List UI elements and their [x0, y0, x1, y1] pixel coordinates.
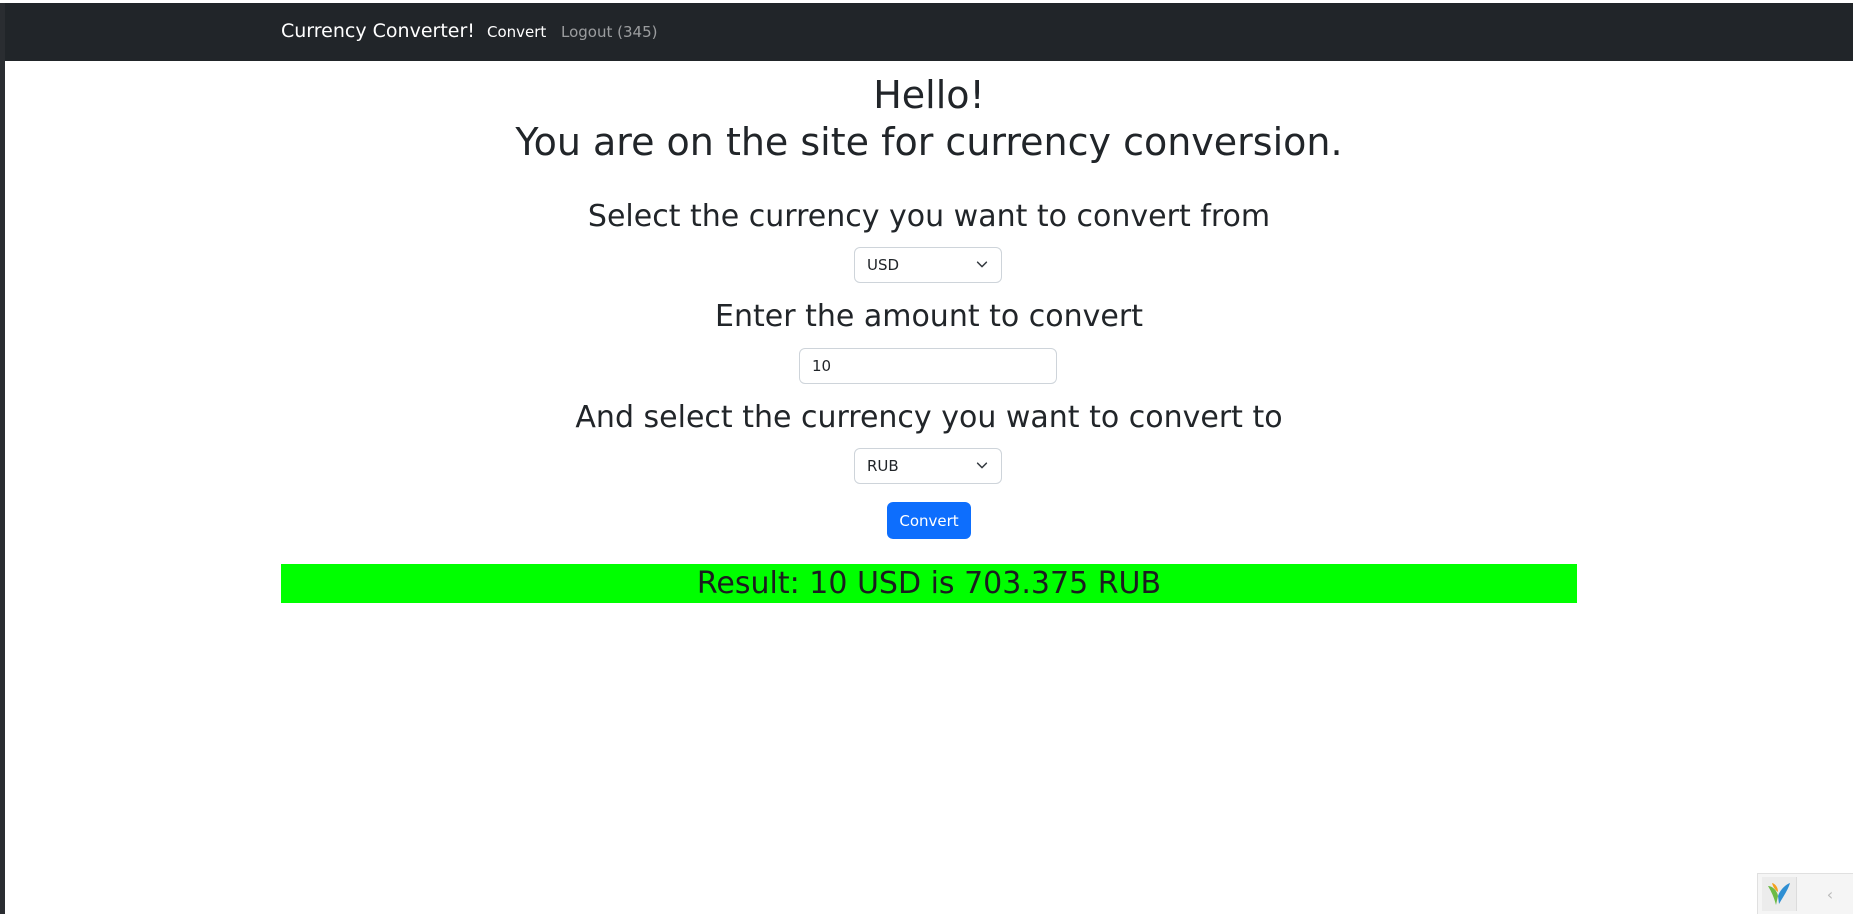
- amount-label: Enter the amount to convert: [715, 299, 1143, 334]
- subtitle-heading: You are on the site for currency convers…: [515, 120, 1343, 164]
- from-currency-value: USD: [867, 256, 900, 274]
- chevron-down-icon: [976, 261, 988, 268]
- to-currency-value: RUB: [867, 457, 899, 475]
- chevron-down-icon: [976, 462, 988, 469]
- result-banner: Result: 10 USD is 703.375 RUB: [281, 564, 1577, 603]
- brand-link[interactable]: Currency Converter!: [281, 20, 475, 42]
- to-currency-select[interactable]: RUB: [854, 448, 1002, 484]
- amount-input[interactable]: [799, 348, 1057, 384]
- from-currency-select[interactable]: USD: [854, 247, 1002, 283]
- nav-link-logout[interactable]: Logout (345): [561, 23, 657, 41]
- navbar: Currency Converter! Convert Logout (345): [5, 3, 1853, 61]
- yii-logo-icon: [1768, 883, 1790, 905]
- greeting-heading: Hello!: [873, 73, 985, 117]
- main-content: Hello! You are on the site for currency …: [5, 61, 1853, 914]
- nav-link-convert[interactable]: Convert: [487, 23, 546, 41]
- convert-button[interactable]: Convert: [887, 502, 971, 539]
- debug-logo-button[interactable]: [1762, 877, 1797, 911]
- to-currency-label: And select the currency you want to conv…: [575, 400, 1283, 435]
- chevron-left-icon[interactable]: ‹: [1810, 884, 1850, 906]
- debug-toolbar: ‹: [1757, 873, 1853, 914]
- from-currency-label: Select the currency you want to convert …: [587, 199, 1271, 234]
